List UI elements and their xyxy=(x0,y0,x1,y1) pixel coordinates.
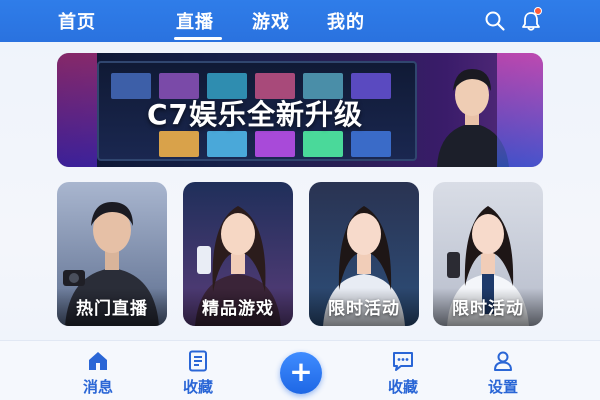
card-featured-games[interactable]: 精品游戏 xyxy=(183,182,293,326)
home-icon xyxy=(89,352,107,370)
active-tab-indicator xyxy=(174,37,222,40)
bottom-tab-messages-label: 消息 xyxy=(82,378,113,396)
tab-home[interactable]: 首页 xyxy=(58,8,96,34)
tab-live[interactable]: 直播 xyxy=(176,8,214,34)
banner-neon-left xyxy=(57,53,97,167)
bottom-tab-favorites-2-label: 收藏 xyxy=(387,378,418,396)
card-hot-live-label: 热门直播 xyxy=(76,299,148,319)
promo-banner[interactable]: C7娱乐全新升级 xyxy=(57,53,543,167)
bottom-tab-favorites[interactable]: 收藏 xyxy=(168,349,228,397)
top-nav-bar: 首页 直播 游戏 我的 xyxy=(0,0,600,42)
card-hot-live[interactable]: 热门直播 xyxy=(57,182,167,326)
user-icon xyxy=(494,351,512,371)
search-icon[interactable] xyxy=(484,10,506,32)
bottom-tab-settings[interactable]: 设置 xyxy=(473,349,533,397)
plus-icon: + xyxy=(289,355,313,388)
notification-dot xyxy=(534,7,542,15)
add-button[interactable]: + xyxy=(280,352,322,394)
document-icon xyxy=(189,350,207,372)
bottom-tab-favorites-2[interactable]: 收藏 xyxy=(373,349,433,397)
bottom-tab-settings-label: 设置 xyxy=(487,378,518,396)
card-limited-event-1-label: 限时活动 xyxy=(328,299,400,319)
card-limited-event-1[interactable]: 限时活动 xyxy=(309,182,419,326)
card-limited-event-2[interactable]: 限时活动 xyxy=(433,182,543,326)
card-featured-games-label: 精品游戏 xyxy=(202,299,274,319)
banner-neon-right xyxy=(497,53,543,167)
banner-title: C7娱乐全新升级 xyxy=(147,98,364,131)
bottom-tab-favorites-label: 收藏 xyxy=(182,378,213,396)
bottom-tab-messages[interactable]: 消息 xyxy=(68,349,128,397)
tab-games[interactable]: 游戏 xyxy=(252,8,290,34)
tab-mine[interactable]: 我的 xyxy=(327,8,365,34)
chat-icon xyxy=(393,352,413,371)
card-limited-event-2-label: 限时活动 xyxy=(452,299,524,319)
